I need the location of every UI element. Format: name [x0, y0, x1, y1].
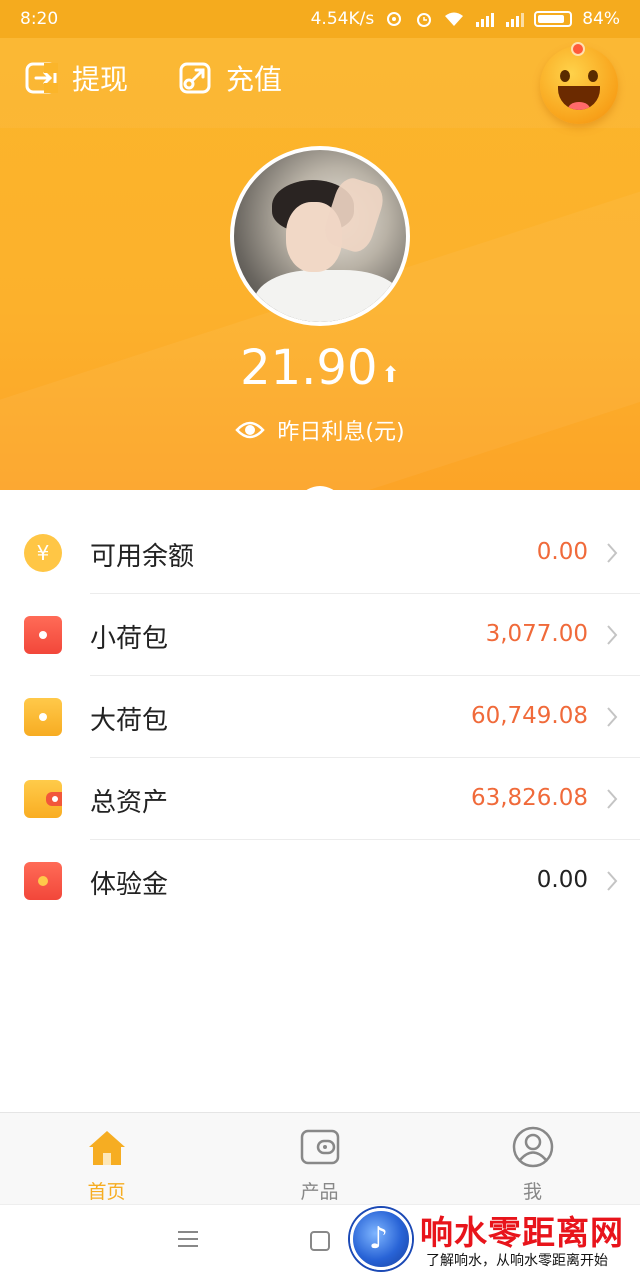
watermark-logo-icon [350, 1208, 412, 1270]
network-speed: 4.54K/s [310, 9, 375, 29]
battery-percent: 84% [582, 9, 620, 29]
signal-hd-icon [476, 13, 495, 27]
list-item-small-purse[interactable]: 小荷包 3,077.00 [0, 594, 640, 676]
withdraw-icon [25, 62, 58, 94]
row-value: 0.00 [536, 867, 588, 893]
trial-fund-icon [24, 862, 62, 900]
menu-icon[interactable] [178, 1231, 198, 1249]
row-label: 小荷包 [90, 624, 169, 654]
list-item-trial-fund[interactable]: 体验金 0.00 [0, 840, 640, 922]
list-item-total-assets[interactable]: 总资产 63,826.08 [0, 758, 640, 840]
status-right: 4.54K/s 84% [311, 9, 620, 29]
eye-icon[interactable] [235, 419, 266, 441]
alarm-icon [417, 13, 432, 27]
chevron-right-icon [607, 543, 618, 563]
row-value: 60,749.08 [470, 703, 588, 729]
mascot-button[interactable] [540, 42, 618, 124]
row-label: 体验金 [90, 870, 169, 900]
chevron-right-icon [607, 707, 618, 727]
chevron-right-icon [607, 871, 618, 891]
row-value: 3,077.00 [485, 621, 588, 647]
watermark-subtitle: 了解响水，从响水零距离开始 [426, 1253, 608, 1269]
withdraw-button[interactable]: 提现 [24, 58, 128, 98]
row-value: 63,826.08 [470, 785, 588, 811]
hotspot-icon [387, 12, 402, 26]
tab-me[interactable]: 我 [426, 1113, 639, 1205]
battery-icon [534, 11, 573, 27]
recharge-button[interactable]: 充值 [178, 58, 282, 98]
row-label: 可用余额 [90, 542, 195, 572]
tab-label: 首页 [87, 1181, 126, 1203]
account-header: 提现 充值 21.90 ⬆ 昨日利息(元) [0, 38, 640, 490]
profile-icon [512, 1126, 553, 1168]
recharge-icon [179, 62, 211, 94]
interest-value: 21.90 [240, 340, 378, 396]
watermark-title: 响水零距离网 [420, 1213, 624, 1252]
yuan-coin-icon: ¥ [24, 534, 62, 572]
withdraw-label: 提现 [72, 63, 129, 96]
up-arrow-icon: ⬆ [381, 362, 400, 388]
bottom-tab-bar: 首页 产品 我 [0, 1112, 640, 1204]
status-time: 8:20 [20, 9, 59, 29]
wallet-icon [24, 780, 62, 818]
yesterday-interest: 21.90 ⬆ [0, 340, 640, 396]
row-label: 总资产 [90, 788, 169, 818]
chevron-right-icon [607, 789, 618, 809]
home-icon [88, 1131, 125, 1165]
tab-home[interactable]: 首页 [0, 1113, 213, 1205]
small-purse-icon [24, 616, 62, 654]
tab-label: 我 [522, 1181, 542, 1203]
list-item-big-purse[interactable]: 大荷包 60,749.08 [0, 676, 640, 758]
tab-products[interactable]: 产品 [213, 1113, 426, 1205]
wifi-icon [445, 12, 464, 26]
watermark: 响水零距离网 了解响水，从响水零距离开始 [350, 1206, 640, 1278]
home-square-icon[interactable] [310, 1231, 330, 1251]
big-purse-icon [24, 698, 62, 736]
avatar[interactable] [230, 146, 410, 326]
signal-icon [506, 13, 525, 27]
tab-label: 产品 [300, 1181, 339, 1203]
account-list: ¥ 可用余额 0.00 小荷包 3,077.00 大荷包 60,749.08 总… [0, 512, 640, 922]
chevron-right-icon [607, 625, 618, 645]
product-wallet-icon [300, 1129, 339, 1165]
recharge-label: 充值 [226, 63, 283, 96]
status-bar: 8:20 4.54K/s 84% [0, 0, 640, 38]
row-label: 大荷包 [90, 706, 169, 736]
row-value: 0.00 [536, 539, 588, 565]
interest-label: 昨日利息(元) [277, 420, 405, 445]
interest-caption[interactable]: 昨日利息(元) [0, 414, 640, 446]
list-item-available-balance[interactable]: ¥ 可用余额 0.00 [0, 512, 640, 594]
